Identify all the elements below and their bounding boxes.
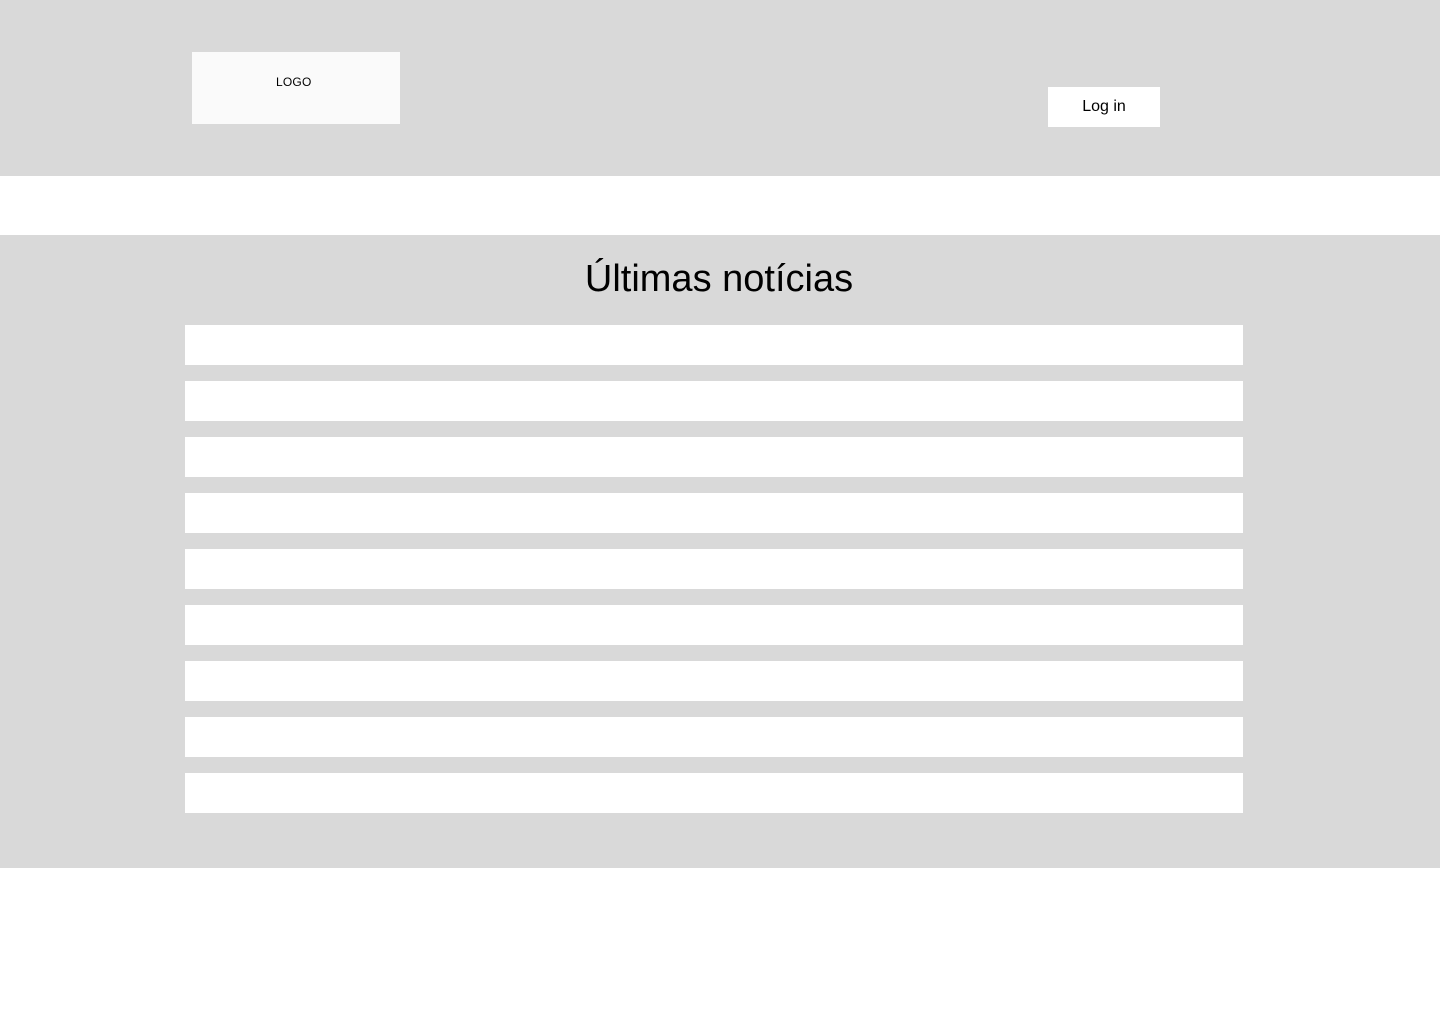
news-item[interactable] xyxy=(185,381,1243,421)
logo[interactable]: LOGO xyxy=(192,52,400,124)
news-item[interactable] xyxy=(185,661,1243,701)
section-title: Últimas notícias xyxy=(584,258,854,300)
site-header: LOGO Log in xyxy=(0,0,1440,176)
logo-text: LOGO xyxy=(276,75,312,89)
news-item[interactable] xyxy=(185,325,1243,365)
news-item[interactable] xyxy=(185,773,1243,813)
news-item[interactable] xyxy=(185,605,1243,645)
news-item[interactable] xyxy=(185,717,1243,757)
latest-news-section: Últimas notícias xyxy=(0,235,1440,868)
news-list xyxy=(185,325,1243,829)
news-item[interactable] xyxy=(185,493,1243,533)
news-item[interactable] xyxy=(185,549,1243,589)
news-item[interactable] xyxy=(185,437,1243,477)
login-button[interactable]: Log in xyxy=(1048,87,1160,127)
